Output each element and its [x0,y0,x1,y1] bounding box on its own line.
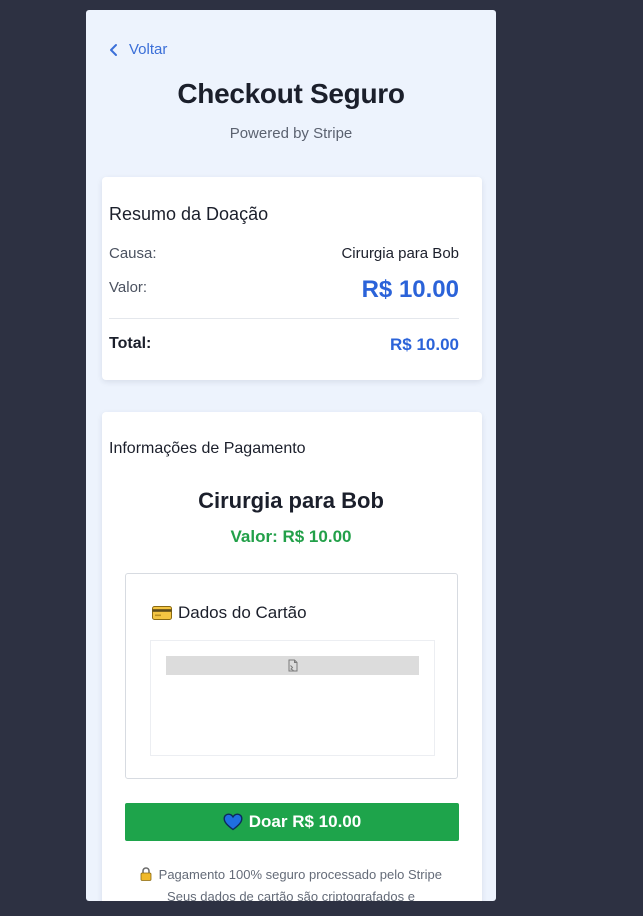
donate-button[interactable]: Doar R$ 10.00 [125,803,459,841]
lock-icon [140,867,152,881]
total-label: Total: [109,335,152,352]
total-value: R$ 10.00 [390,335,459,354]
credit-card-icon [152,606,172,620]
page-subtitle: Powered by Stripe [229,125,353,142]
payment-amount: Valor: R$ 10.00 [230,527,352,546]
amount-label: Valor: [109,279,148,296]
back-label: Voltar [129,41,168,58]
donate-button-label: Doar R$ 10.00 [248,812,362,831]
secure-note: Pagamento 100% seguro processado pelo St… [86,867,496,882]
crypto-note: Seus dados de cartão são criptografados … [167,889,415,901]
payment-heading: Informações de Pagamento [109,440,306,457]
page-title: Checkout Seguro [177,78,405,109]
chevron-left-icon [110,43,117,56]
summary-divider [109,318,459,319]
cause-label: Causa: [109,245,157,262]
cause-value: Cirurgia para Bob [341,245,459,262]
amount-value: R$ 10.00 [361,276,459,303]
secure-note-text: Pagamento 100% seguro processado pelo St… [158,867,442,882]
broken-document-icon [288,659,297,672]
payment-cause-title: Cirurgia para Bob [198,488,384,513]
card-details-label: Dados do Cartão [178,603,307,622]
stripe-card-input[interactable] [166,656,419,675]
summary-heading: Resumo da Doação [109,204,269,224]
card-details-title: Dados do Cartão [152,603,307,623]
checkout-panel: Voltar Checkout Seguro Powered by Stripe… [86,10,496,901]
back-link[interactable]: Voltar [106,41,167,58]
heart-icon [223,813,243,831]
